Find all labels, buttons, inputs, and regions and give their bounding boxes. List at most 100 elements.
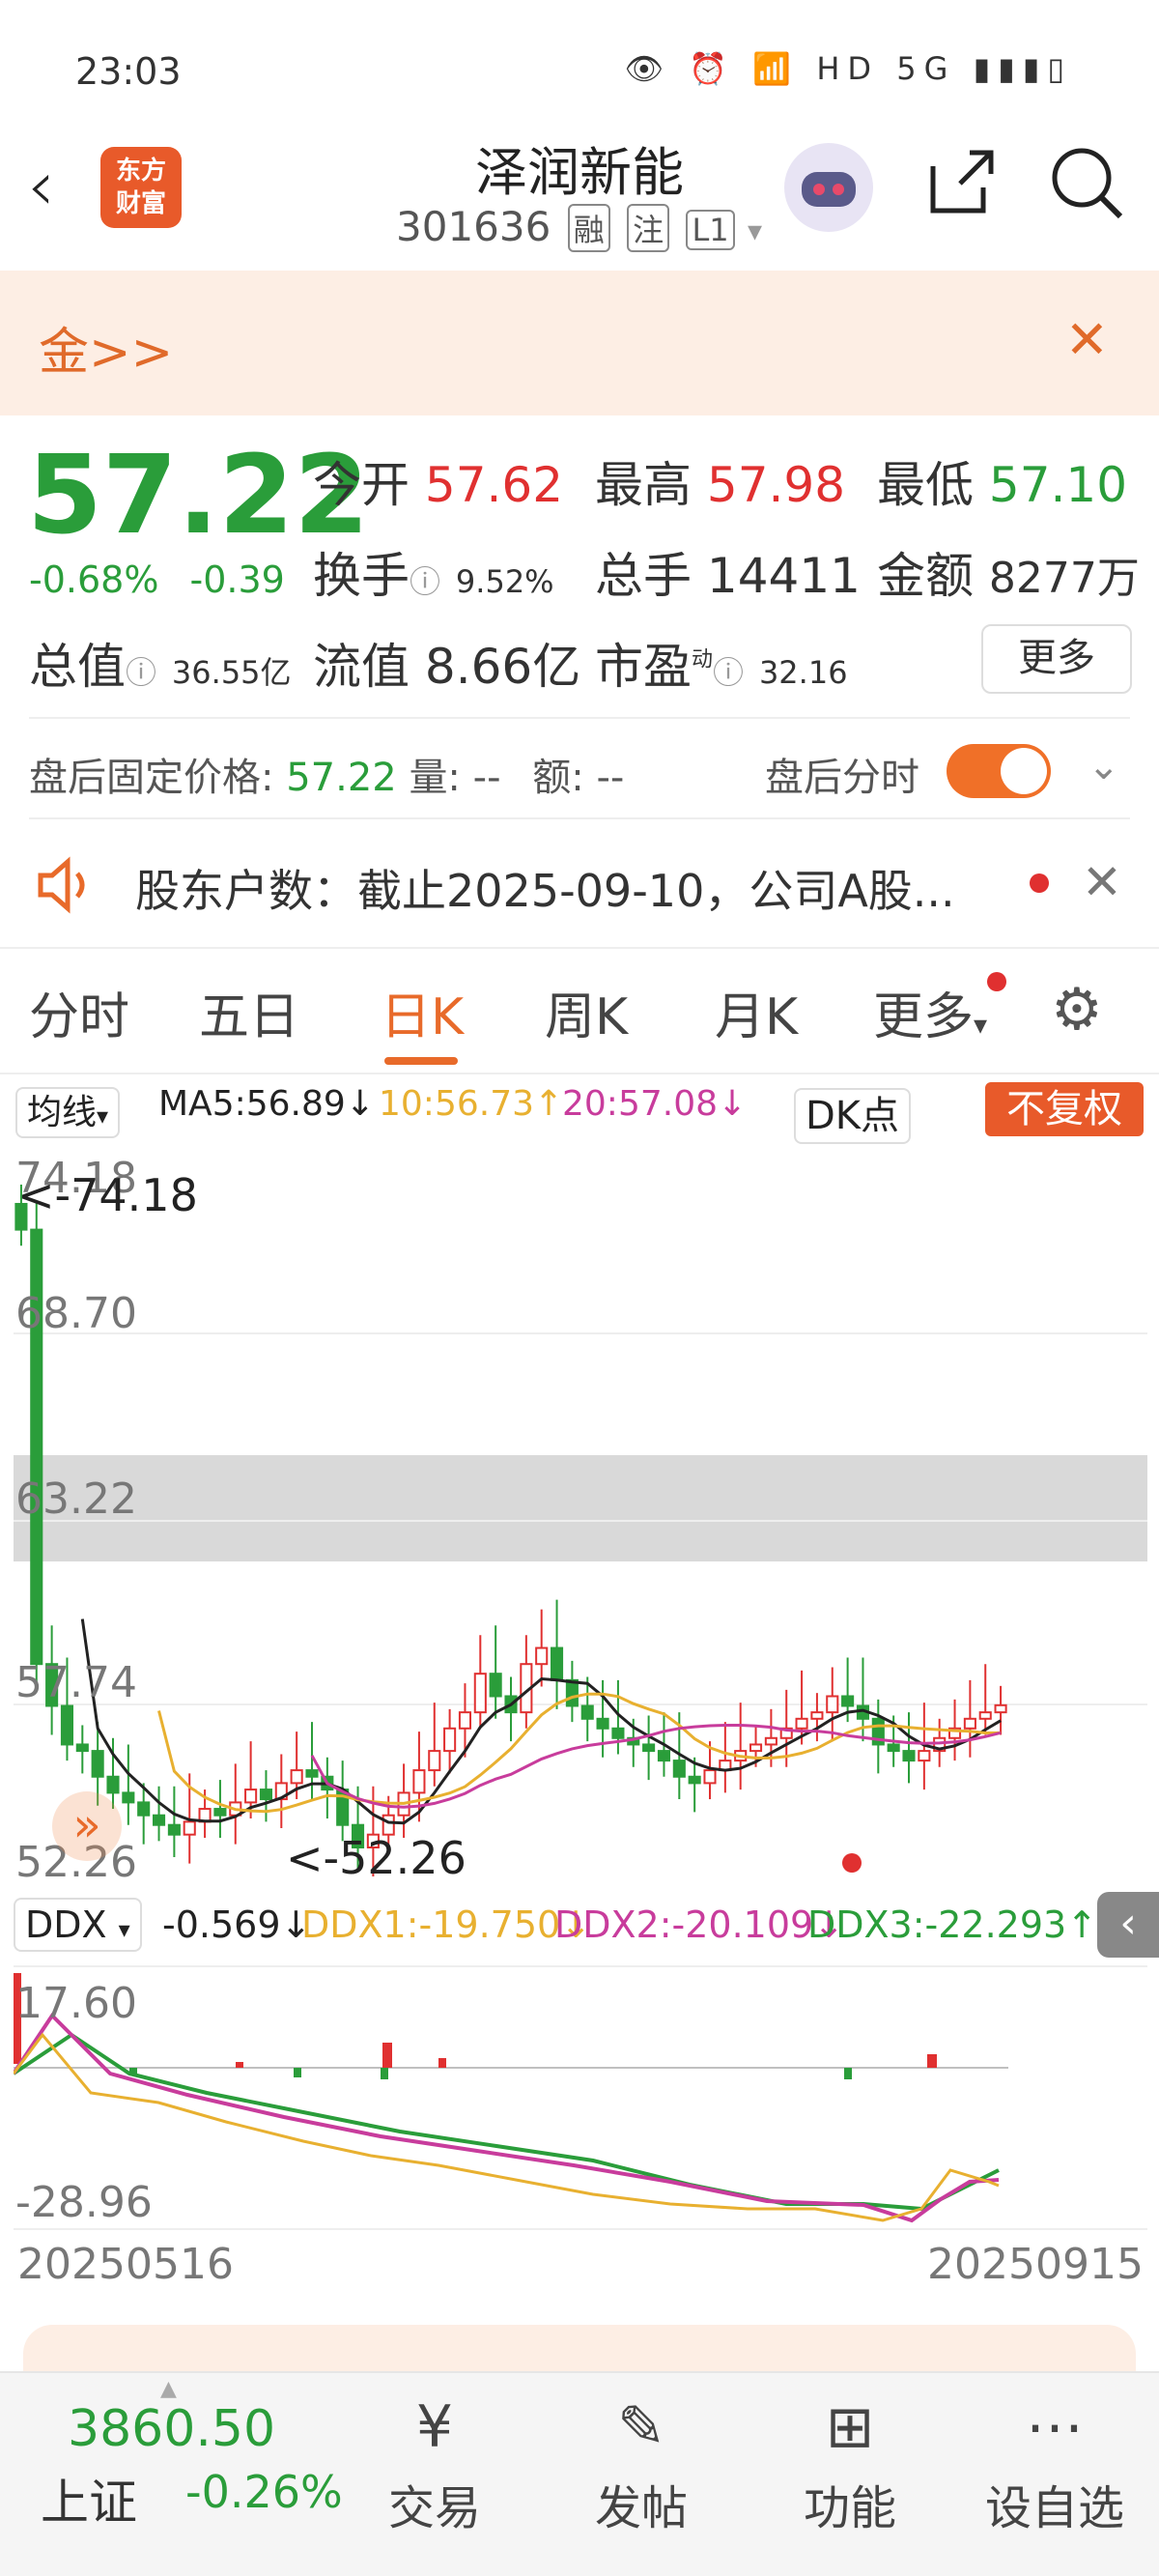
nav-functions-label: 功能 (803, 2481, 896, 2535)
event-marker[interactable] (842, 1853, 862, 1873)
open-field: 今开 57.62 (313, 446, 563, 516)
kline-chart[interactable]: 74.18 <-74.18 68.70 63.22 57.74 52.26 <-… (14, 1150, 1147, 1887)
back-icon[interactable]: ‹ (27, 145, 55, 226)
candle (244, 1789, 258, 1804)
notice-text[interactable]: 股东户数：截止2025-09-10，公司A股... (135, 856, 955, 920)
collapse-icon[interactable]: ‹ (1097, 1892, 1159, 1958)
candle (688, 1775, 701, 1785)
chevron-down-icon: ▾ (974, 1009, 988, 1041)
chevron-down-icon: ▾ (118, 1916, 130, 1943)
ad-banner[interactable] (0, 271, 1159, 415)
more-button[interactable]: 更多 (981, 624, 1132, 694)
tab-daily-k[interactable]: 日K (381, 976, 464, 1048)
kline-svg[interactable] (14, 1150, 1147, 1884)
change-percent: -0.68% (29, 558, 159, 601)
ddx1-line (12, 2032, 1000, 2222)
tab-weekly-k[interactable]: 周K (545, 976, 628, 1048)
nav-trade[interactable]: ¥ 交易 (357, 2390, 512, 2537)
info-icon[interactable]: ⓘ (713, 654, 744, 691)
info-icon[interactable]: ⓘ (126, 654, 156, 691)
candle (167, 1823, 181, 1836)
min-marker: <-52.26 (286, 1832, 466, 1884)
share-icon[interactable] (925, 145, 999, 234)
candle (473, 1673, 487, 1714)
candle (642, 1743, 656, 1753)
ddx2-line (12, 2012, 1000, 2223)
after-price-label: 盘后固定价格: (29, 756, 274, 800)
tag-margin: 融 (567, 204, 610, 252)
turnover-label: 换手 (313, 548, 410, 604)
tab-intraday[interactable]: 分时 (29, 976, 129, 1048)
info-icon[interactable]: ⓘ (410, 563, 440, 600)
candle (106, 1775, 120, 1794)
divider (0, 1073, 1159, 1074)
yen-icon: ¥ (415, 2393, 454, 2461)
pe-field[interactable]: 市盈动ⓘ 32.16 (595, 628, 848, 698)
ddx-selector[interactable]: DDX ▾ (14, 1898, 142, 1952)
nav-add-watchlist[interactable]: ⋯ 设自选 (977, 2390, 1132, 2537)
candle (826, 1695, 839, 1714)
candle (75, 1743, 89, 1753)
robot-assistant-icon[interactable] (784, 143, 873, 232)
close-icon[interactable]: ✕ (1082, 854, 1122, 910)
ddx-chart[interactable]: 17.60 -28.96 (12, 1965, 1147, 2230)
nav-post[interactable]: ✎ 发帖 (564, 2390, 719, 2537)
candle (841, 1695, 855, 1707)
date-start: 20250516 (17, 2240, 234, 2289)
candle (535, 1646, 549, 1666)
stock-code-row[interactable]: 301636 融 注 L1 ▾ (396, 203, 762, 252)
candle (412, 1769, 426, 1794)
after-hours-row: 盘后固定价格: 57.22 量: -- 额: -- (29, 746, 624, 802)
volume-label: 总手 (595, 548, 692, 604)
pe-label: 市盈 (595, 639, 692, 695)
open-value: 57.62 (424, 457, 564, 513)
adjust-toggle-button[interactable]: 不复权 (985, 1082, 1144, 1136)
low-field: 最低 57.10 (877, 446, 1127, 516)
chevron-down-icon: ▾ (748, 215, 763, 248)
chevron-up-icon[interactable]: ▲ (160, 2377, 177, 2401)
ddx-bar (438, 2058, 446, 2068)
tab-five-day[interactable]: 五日 (199, 976, 299, 1048)
candle (458, 1711, 472, 1730)
mktcap-field[interactable]: 总值ⓘ 36.55亿 (29, 628, 292, 698)
mktcap-label: 总值 (29, 639, 126, 695)
gear-icon[interactable]: ⚙ (1051, 976, 1103, 1044)
dk-point-selector[interactable]: DK点 (794, 1084, 912, 1144)
expand-icon[interactable]: » (52, 1791, 122, 1861)
tab-monthly-k[interactable]: 月K (715, 976, 798, 1048)
brand-logo[interactable]: 东方 财富 (100, 147, 182, 228)
after-amt-label: 额: (532, 756, 584, 800)
ddx1-value: DDX1:-19.750↓ (301, 1903, 592, 1946)
ma-selector[interactable]: 均线▾ (15, 1084, 121, 1138)
unread-dot (987, 972, 1006, 991)
nav-functions[interactable]: ⊞ 功能 (773, 2390, 927, 2537)
ddx-bar (381, 2068, 388, 2079)
index-value[interactable]: 3860.50 (68, 2400, 275, 2458)
float-value: 8.66亿 (424, 639, 581, 695)
ddx-svg (12, 1973, 1008, 2223)
candle (810, 1711, 824, 1720)
divider (29, 717, 1130, 719)
after-amt-value: -- (596, 756, 625, 800)
chevron-down-icon[interactable]: ⌄ (1088, 744, 1120, 788)
candle (749, 1743, 763, 1753)
candle (91, 1750, 104, 1778)
search-icon[interactable] (1049, 145, 1126, 238)
candle (963, 1717, 976, 1730)
stock-code: 301636 (396, 203, 551, 250)
brand-line-2: 财富 (115, 189, 166, 218)
close-icon[interactable]: ✕ (1065, 309, 1109, 370)
dk-point-label: DK点 (794, 1088, 912, 1144)
ad-text[interactable]: 金>> (39, 311, 173, 384)
status-time: 23:03 (75, 50, 182, 93)
ddx3-line (12, 2032, 1000, 2212)
date-end: 20250915 (927, 2240, 1144, 2289)
status-icons: 👁 ⏰ 📶 HD 5G ▮▮▮▯ (624, 50, 1072, 87)
candle (596, 1717, 609, 1730)
turnover-field[interactable]: 换手ⓘ 9.52% (313, 537, 554, 607)
high-field: 最高 57.98 (595, 446, 845, 516)
price-change: -0.68% -0.39 (29, 558, 285, 601)
tab-more[interactable]: 更多▾ (873, 976, 987, 1048)
float-label: 流值 (313, 639, 410, 695)
pe-value: 32.16 (758, 654, 848, 691)
